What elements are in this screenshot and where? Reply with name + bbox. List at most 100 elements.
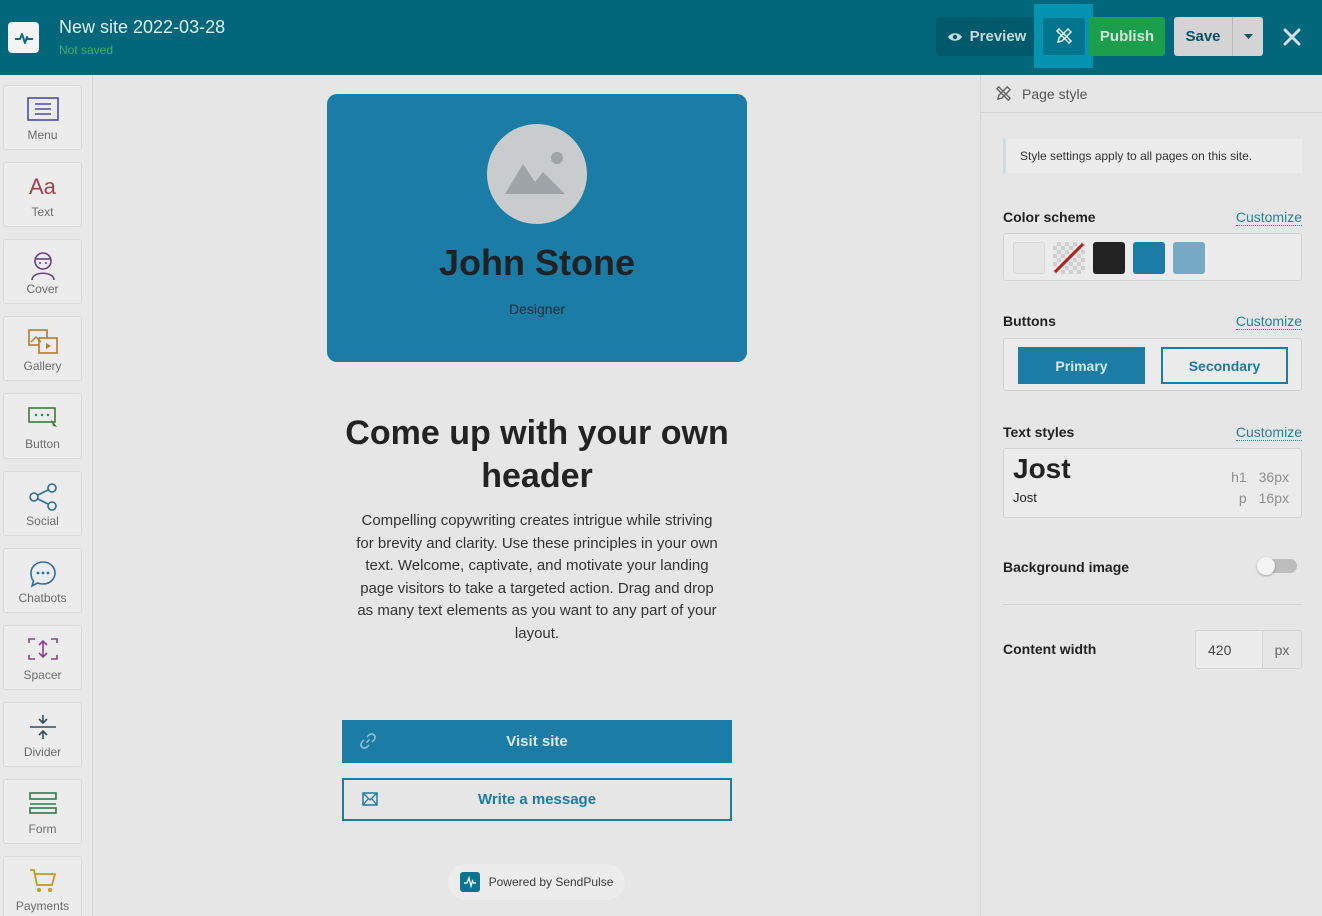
customize-buttons-link[interactable]: Customize <box>1235 313 1302 330</box>
image-placeholder-icon <box>505 152 565 194</box>
secondary-button-sample[interactable]: Secondary <box>1161 347 1288 384</box>
h1-size-row: h1 36px <box>1219 469 1289 485</box>
tool-label: Form <box>28 822 57 836</box>
customize-colors-link[interactable]: Customize <box>1235 209 1302 226</box>
tool-social[interactable]: Social <box>3 471 82 536</box>
no-color-icon <box>1053 242 1085 274</box>
tool-label: Chatbots <box>18 591 67 605</box>
tool-label: Spacer <box>23 668 62 682</box>
menu-icon <box>26 97 59 121</box>
powered-by-badge[interactable]: Powered by SendPulse <box>448 864 625 900</box>
divider-icon <box>29 715 56 739</box>
tool-spacer[interactable]: Spacer <box>3 625 82 690</box>
profile-role[interactable]: Designer <box>327 301 747 317</box>
cover-icon <box>30 252 55 281</box>
top-bar: New site 2022-03-28 Not saved Preview Pu… <box>0 0 1322 75</box>
toggle-knob <box>1257 557 1275 575</box>
blocks-toolbar: Menu Aa Text Cover Gallery Button Social… <box>0 75 93 916</box>
page-headline[interactable]: Come up with your own header <box>327 412 747 498</box>
page-body-text[interactable]: Compelling copywriting creates intrigue … <box>352 510 722 645</box>
page-style-button[interactable] <box>1034 4 1093 68</box>
save-button[interactable]: Save <box>1174 17 1232 56</box>
visit-site-label: Visit site <box>506 733 568 750</box>
swatch-transparent[interactable] <box>1053 242 1085 274</box>
tool-label: Payments <box>15 899 70 913</box>
background-image-title: Background image <box>1003 559 1130 575</box>
content-width-unit: px <box>1262 630 1302 669</box>
cover-block[interactable]: John Stone Designer <box>327 94 747 362</box>
tool-text[interactable]: Aa Text <box>3 162 82 227</box>
swatch-text[interactable] <box>1093 242 1125 274</box>
page-style-button-face <box>1042 17 1085 55</box>
text-styles-box[interactable]: Jost Jost h1 36px p 16px <box>1003 448 1302 518</box>
pencil-ruler-icon <box>1055 27 1072 45</box>
tool-label: Divider <box>23 745 62 759</box>
cart-icon <box>29 869 56 892</box>
share-icon <box>28 483 57 511</box>
p-tag: p <box>1238 490 1247 506</box>
body-font-sample: Jost <box>1013 490 1037 505</box>
tool-cover[interactable]: Cover <box>3 239 82 304</box>
tool-form[interactable]: Form <box>3 779 82 844</box>
customize-text-link[interactable]: Customize <box>1235 424 1302 441</box>
link-icon <box>360 733 376 749</box>
sendpulse-logo-icon <box>459 872 480 892</box>
tool-menu[interactable]: Menu <box>3 85 82 150</box>
write-message-button[interactable]: Write a message <box>342 778 732 821</box>
spacer-icon <box>27 638 58 660</box>
mail-icon <box>362 792 378 806</box>
form-icon <box>28 792 57 814</box>
panel-header: Page style <box>981 75 1322 113</box>
p-size-row: p 16px <box>1227 490 1289 506</box>
tool-button[interactable]: Button <box>3 393 82 459</box>
content-width-title: Content width <box>1003 641 1097 657</box>
publish-button[interactable]: Publish <box>1089 17 1165 56</box>
tool-chatbots[interactable]: Chatbots <box>3 548 82 613</box>
close-icon <box>1283 28 1301 45</box>
swatch-secondary[interactable] <box>1173 242 1205 274</box>
tool-label: Button <box>25 437 60 451</box>
text-icon: Aa <box>29 174 57 198</box>
color-scheme-box[interactable] <box>1003 233 1302 281</box>
background-image-toggle[interactable] <box>1257 557 1297 575</box>
tool-label: Cover <box>26 282 59 296</box>
save-status: Not saved <box>59 43 114 57</box>
powered-by-label: Powered by SendPulse <box>488 875 614 889</box>
heading-font-sample: Jost <box>1013 453 1071 484</box>
panel-divider <box>1003 604 1302 605</box>
tool-label: Gallery <box>23 359 62 373</box>
pencil-ruler-icon <box>995 85 1012 102</box>
visit-site-button[interactable]: Visit site <box>342 720 732 763</box>
save-options-button[interactable] <box>1232 17 1263 56</box>
site-title[interactable]: New site 2022-03-28 <box>59 17 225 38</box>
close-button[interactable] <box>1278 17 1306 56</box>
h1-tag: h1 <box>1231 469 1247 485</box>
pulse-logo-icon <box>14 32 33 44</box>
page-style-panel: Page style Style settings apply to all p… <box>980 75 1322 916</box>
avatar-placeholder[interactable] <box>487 124 587 224</box>
color-scheme-title: Color scheme <box>1003 209 1096 225</box>
write-message-label: Write a message <box>477 791 597 808</box>
tool-payments[interactable]: Payments <box>3 856 82 916</box>
tool-label: Text <box>31 205 54 219</box>
h1-size: 36px <box>1258 469 1289 485</box>
p-size: 16px <box>1258 490 1289 506</box>
gallery-icon <box>27 329 58 354</box>
preview-button[interactable]: Preview <box>936 17 1037 56</box>
tool-divider[interactable]: Divider <box>3 702 82 767</box>
tool-gallery[interactable]: Gallery <box>3 316 82 381</box>
caret-down-icon <box>1243 33 1253 39</box>
swatch-primary[interactable] <box>1133 242 1165 274</box>
app-logo[interactable] <box>8 22 39 53</box>
eye-icon <box>947 32 962 41</box>
tool-label: Social <box>26 514 59 528</box>
page-canvas: John Stone Designer Come up with your ow… <box>93 75 980 916</box>
preview-label: Preview <box>969 28 1027 45</box>
style-info-note: Style settings apply to all pages on thi… <box>1003 139 1302 173</box>
profile-name[interactable]: John Stone <box>327 242 747 284</box>
content-width-input[interactable] <box>1195 630 1262 669</box>
button-icon <box>27 407 57 427</box>
buttons-box: Primary Secondary <box>1003 338 1302 391</box>
swatch-background[interactable] <box>1013 242 1045 274</box>
primary-button-sample[interactable]: Primary <box>1018 347 1145 384</box>
